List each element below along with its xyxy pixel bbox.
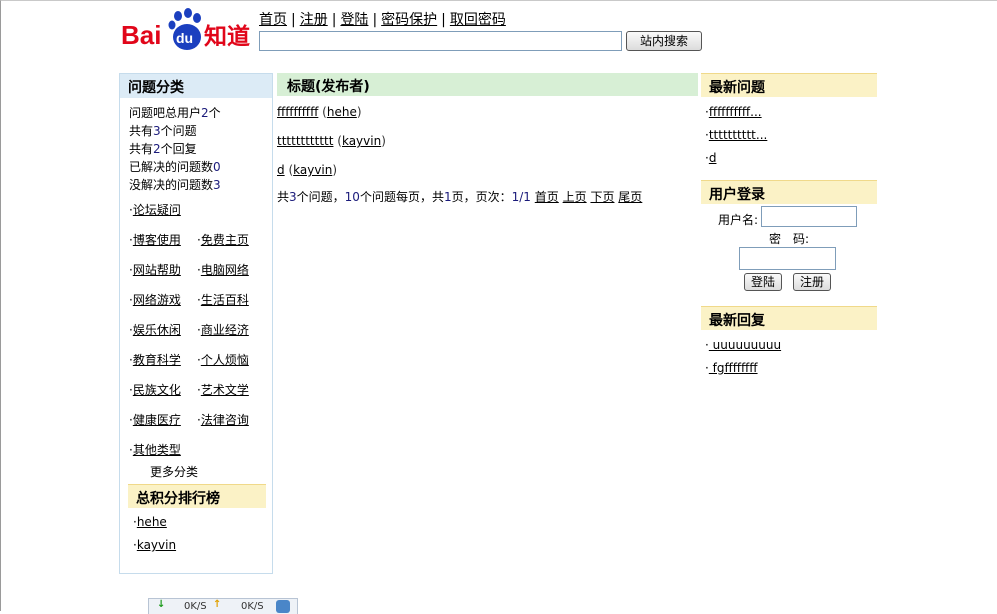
category-link[interactable]: ·论坛疑问	[129, 201, 181, 218]
last-page-link[interactable]: 尾页	[618, 190, 642, 204]
download-arrow-icon: ↓	[157, 599, 166, 610]
nav-register-link[interactable]: 注册	[300, 12, 328, 28]
category-sidebar: 问题分类 问题吧总用户2个 共有3个问题 共有2个回复 已解决的问题数0 没解决…	[119, 73, 273, 574]
latest-question-link[interactable]: ·d	[705, 151, 716, 165]
question-list-title: 标题(发布者)	[277, 73, 698, 96]
nav-password-protect-link[interactable]: 密码保护	[381, 12, 437, 28]
question-author-link[interactable]: kayvin	[342, 134, 381, 148]
first-page-link[interactable]: 首页	[535, 190, 559, 204]
user-login-title: 用户登录	[701, 180, 877, 204]
svg-text:du: du	[176, 30, 193, 46]
category-link[interactable]: ·免费主页	[197, 231, 249, 248]
category-link[interactable]: ·生活百科	[197, 291, 249, 308]
username-input[interactable]	[761, 206, 857, 227]
question-title-link[interactable]: tttttttttttt	[277, 134, 333, 148]
latest-question-link[interactable]: ·ffffffffff...	[705, 105, 762, 119]
nav-home-link[interactable]: 首页	[259, 12, 287, 28]
question-author-link[interactable]: kayvin	[293, 163, 332, 177]
latest-reply-link[interactable]: · fgffffffff	[705, 361, 758, 375]
category-link[interactable]: ·商业经济	[197, 321, 249, 338]
stat-total-users: 问题吧总用户2个	[129, 106, 221, 120]
question-row: tttttttttttt (kayvin)	[277, 134, 386, 148]
current-page: 1/1	[511, 190, 531, 204]
question-title-link[interactable]: d	[277, 163, 285, 177]
category-sidebar-title: 问题分类	[120, 74, 272, 98]
upload-arrow-icon: ↑	[213, 599, 222, 610]
nav-separator: |	[372, 12, 378, 28]
points-ranking-title: 总积分排行榜	[128, 484, 266, 508]
password-label: 密 码:	[769, 232, 810, 246]
category-link[interactable]: ·其他类型	[129, 441, 181, 458]
nav-separator: |	[291, 12, 296, 28]
question-row: ffffffffff (hehe)	[277, 105, 362, 119]
category-link[interactable]: ·健康医疗	[129, 411, 181, 428]
pagination: 共3个问题，10个问题每页，共1页，页次：1/1 首页 上页 下页 尾页	[277, 190, 643, 204]
site-stats: 问题吧总用户2个 共有3个问题 共有2个回复 已解决的问题数0 没解决的问题数3	[129, 104, 221, 194]
ranking-user-link[interactable]: ·hehe	[133, 515, 167, 529]
next-page-link[interactable]: 下页	[590, 190, 614, 204]
question-author-link[interactable]: hehe	[327, 105, 357, 119]
nav-login-link[interactable]: 登陆	[340, 12, 368, 28]
latest-reply-link[interactable]: · uuuuuuuuu	[705, 338, 781, 352]
category-link[interactable]: ·电脑网络	[197, 261, 249, 278]
category-link[interactable]: ·艺术文学	[197, 381, 249, 398]
question-title-link[interactable]: ffffffffff	[277, 105, 318, 119]
site-search-button[interactable]: 站内搜索	[626, 31, 702, 51]
more-categories-link[interactable]: 更多分类	[150, 463, 198, 480]
stat-solved: 已解决的问题数0	[129, 160, 221, 174]
latest-questions-title: 最新问题	[701, 73, 877, 97]
stat-total-questions: 共有3个问题	[129, 124, 197, 138]
category-link[interactable]: ·个人烦恼	[197, 351, 249, 368]
site-search-input[interactable]	[259, 31, 622, 51]
top-nav: 首页 | 注册 | 登陆 | 密码保护 | 取回密码	[259, 9, 506, 29]
question-row: d (kayvin)	[277, 163, 338, 177]
download-speed: 0K/S	[184, 601, 207, 612]
stat-total-replies: 共有2个回复	[129, 142, 197, 156]
stat-unsolved: 没解决的问题数3	[129, 178, 221, 192]
category-link[interactable]: ·博客使用	[129, 231, 181, 248]
svg-text:知道: 知道	[204, 23, 250, 50]
latest-question-link[interactable]: ·tttttttttt...	[705, 128, 767, 142]
username-label: 用户名:	[718, 213, 759, 227]
baidu-zhidao-logo[interactable]: Bai du 知道	[121, 7, 255, 53]
category-link[interactable]: ·网络游戏	[129, 291, 181, 308]
upload-speed: 0K/S	[241, 601, 264, 612]
category-link[interactable]: ·民族文化	[129, 381, 181, 398]
category-link[interactable]: ·教育科学	[129, 351, 181, 368]
ranking-user-link[interactable]: ·kayvin	[133, 538, 176, 552]
login-button[interactable]: 登陆	[744, 273, 782, 291]
prev-page-link[interactable]: 上页	[563, 190, 587, 204]
password-input[interactable]	[739, 247, 836, 270]
latest-replies-title: 最新回复	[701, 306, 877, 330]
speed-settings-icon[interactable]	[276, 600, 290, 613]
svg-text:Bai: Bai	[121, 20, 161, 50]
network-speed-bar: ↓ 0K/S ↑ 0K/S	[148, 598, 298, 614]
nav-separator: |	[331, 12, 337, 28]
category-link[interactable]: ·法律咨询	[197, 411, 249, 428]
nav-separator: |	[441, 12, 446, 28]
category-link[interactable]: ·娱乐休闲	[129, 321, 181, 338]
category-link[interactable]: ·网站帮助	[129, 261, 181, 278]
register-button[interactable]: 注册	[793, 273, 831, 291]
nav-retrieve-password-link[interactable]: 取回密码	[450, 12, 506, 28]
